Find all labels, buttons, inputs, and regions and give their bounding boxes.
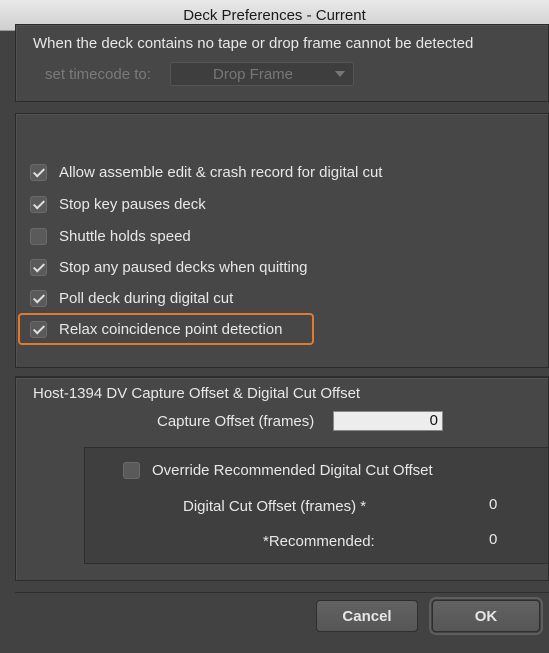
recommended-value: 0 [489, 531, 498, 548]
option-row[interactable]: Poll deck during digital cut [30, 287, 233, 309]
checkbox-stop-paused-decks[interactable] [30, 258, 47, 276]
digital-cut-offset-label: Digital Cut Offset (frames) * [183, 498, 367, 515]
capture-offset-input[interactable]: 0 [333, 411, 443, 431]
override-row[interactable]: Override Recommended Digital Cut Offset [123, 459, 433, 481]
override-label: Override Recommended Digital Cut Offset [152, 461, 433, 479]
option-row[interactable]: Shuttle holds speed [30, 225, 191, 247]
recommended-label: *Recommended: [263, 533, 375, 550]
offset-heading: Host-1394 DV Capture Offset & Digital Cu… [33, 385, 361, 402]
timecode-select-value: Drop Frame [213, 65, 294, 83]
checkbox-stop-key-pauses[interactable] [30, 195, 47, 213]
set-timecode-label: set timecode to: [45, 66, 151, 83]
option-row[interactable]: Stop key pauses deck [30, 193, 206, 215]
option-label: Stop key pauses deck [59, 195, 206, 213]
checkbox-shuttle-holds-speed[interactable] [30, 227, 47, 245]
chevron-down-icon [335, 71, 345, 77]
digital-cut-offset-value: 0 [489, 496, 498, 513]
option-label: Shuttle holds speed [59, 227, 191, 245]
cancel-button[interactable]: Cancel [316, 600, 418, 632]
option-label: Allow assemble edit & crash record for d… [59, 163, 383, 181]
checkbox-allow-assemble[interactable] [30, 163, 47, 181]
option-row[interactable]: Stop any paused decks when quitting [30, 256, 308, 278]
option-row[interactable]: Relax coincidence point detection [30, 318, 282, 340]
option-row[interactable]: Allow assemble edit & crash record for d… [30, 161, 382, 183]
timecode-select[interactable]: Drop Frame [170, 62, 354, 86]
no-tape-heading: When the deck contains no tape or drop f… [33, 35, 474, 52]
window-title: Deck Preferences - Current [183, 6, 366, 24]
checkbox-poll-deck[interactable] [30, 289, 47, 307]
checkbox-override-offset[interactable] [123, 461, 140, 479]
option-label: Relax coincidence point detection [59, 320, 283, 338]
divider [15, 592, 549, 593]
capture-offset-label: Capture Offset (frames) [157, 413, 315, 430]
option-label: Poll deck during digital cut [59, 289, 234, 307]
option-label: Stop any paused decks when quitting [59, 258, 308, 276]
checkbox-relax-coincidence[interactable] [30, 320, 47, 338]
ok-button[interactable]: OK [429, 597, 543, 635]
